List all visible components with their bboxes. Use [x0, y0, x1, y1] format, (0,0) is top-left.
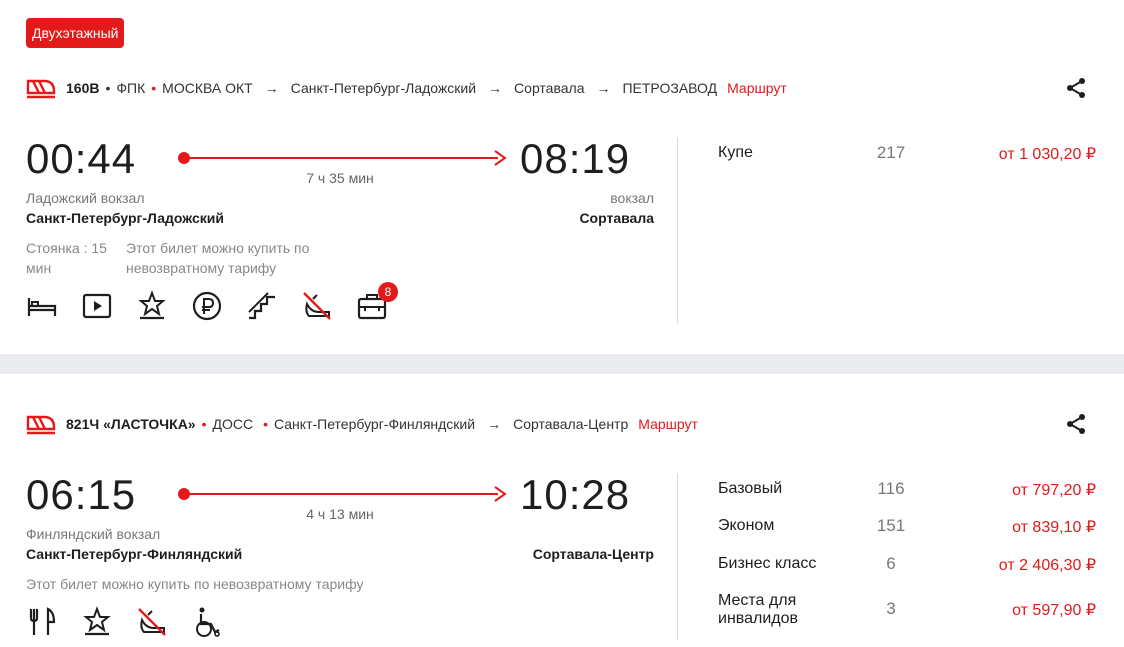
route-link[interactable]: Маршрут	[638, 416, 698, 432]
separator-dot: •	[201, 416, 207, 432]
class-name: Базовый	[718, 480, 783, 497]
departure-time: 06:15	[26, 471, 137, 518]
arrival-station: Сортавала-Центр	[532, 546, 654, 562]
arrival-time: 10:28	[520, 471, 631, 518]
duration: 7 ч 35 мин	[306, 170, 374, 186]
departure-station-label: Финляндский вокзал	[26, 526, 161, 542]
arrow-head-icon	[494, 486, 507, 502]
arrow-right-icon: →	[596, 80, 611, 96]
no-pets-icon[interactable]	[136, 606, 168, 638]
train-number: 821Ч «ЛАСТОЧКА»	[66, 416, 196, 432]
departure-time: 00:44	[26, 135, 137, 182]
route-stop: МОСКВА ОКТ	[162, 80, 253, 96]
departure-station-label: Ладожский вокзал	[26, 190, 145, 206]
class-name: Эконом	[718, 517, 775, 534]
separator-dot: •	[263, 416, 268, 432]
departure-station: Санкт-Петербург-Финляндский	[26, 546, 243, 562]
food-icon[interactable]	[26, 606, 58, 638]
departure-station: Санкт-Петербург-Ладожский	[26, 210, 224, 226]
price-link[interactable]: от 839,10 ₽	[1012, 517, 1096, 537]
separator-dot: •	[151, 80, 157, 96]
train-card-160v: Двухэтажный 160В • ФПК • МОСКВА ОКТ → Са…	[0, 0, 1124, 354]
arrow-right-icon: →	[264, 80, 279, 96]
train-icon	[26, 79, 56, 99]
wheelchair-icon[interactable]	[191, 606, 223, 638]
seats-count: 6	[886, 554, 896, 573]
journey-line	[186, 493, 498, 495]
luggage-count-badge: 8	[378, 282, 398, 302]
route-link[interactable]: Маршрут	[727, 80, 787, 96]
share-icon[interactable]	[1064, 76, 1088, 100]
route-stop: Санкт-Петербург-Ладожский	[290, 80, 477, 96]
arrival-time: 08:19	[520, 135, 631, 182]
class-name: Места для инвалидов	[718, 592, 798, 627]
tariff-note: Этот билет можно купить по невозвратному…	[26, 576, 364, 592]
price-link[interactable]: от 797,20 ₽	[1012, 480, 1096, 500]
column-divider	[677, 474, 678, 640]
route-line: 160В • ФПК • МОСКВА ОКТ → Санкт-Петербур…	[26, 76, 787, 100]
no-pets-icon[interactable]	[301, 290, 333, 322]
train-number: 160В	[66, 80, 100, 96]
star-podium-icon[interactable]	[136, 290, 168, 322]
class-name: Бизнес класс	[718, 555, 817, 572]
arrival-station: Сортавала	[579, 210, 654, 226]
bed-icon[interactable]	[26, 290, 58, 322]
amenities-list: 8	[26, 282, 411, 322]
video-icon[interactable]	[81, 290, 113, 322]
double-decker-badge: Двухэтажный	[26, 18, 125, 48]
card-separator	[0, 354, 1124, 374]
separator-dot: •	[105, 80, 111, 96]
seats-count: 116	[877, 479, 905, 498]
column-divider	[677, 138, 678, 324]
amenities-list	[26, 606, 246, 638]
seats-count: 151	[876, 516, 906, 535]
stairs-icon[interactable]	[246, 290, 278, 322]
arrow-right-icon: →	[488, 80, 503, 96]
arrival-station-label: вокзал	[610, 190, 654, 206]
price-link[interactable]: от 597,90 ₽	[1012, 600, 1096, 620]
route-stop: ПЕТРОЗАВОД	[622, 80, 718, 96]
arrow-right-icon: →	[487, 416, 502, 432]
price-link[interactable]: от 2 406,30 ₽	[999, 555, 1096, 575]
carrier: ФПК	[116, 80, 146, 96]
duration: 4 ч 13 мин	[306, 506, 374, 522]
class-name: Купе	[718, 144, 753, 161]
star-podium-icon[interactable]	[81, 606, 113, 638]
journey-line	[186, 157, 498, 159]
route-stop: Сортавала	[514, 80, 585, 96]
arrow-head-icon	[494, 150, 507, 166]
price-link[interactable]: от 1 030,20 ₽	[999, 144, 1096, 164]
seats-count: 3	[886, 599, 896, 618]
route-line: 821Ч «ЛАСТОЧКА» • ДОСС • Санкт-Петербург…	[26, 412, 698, 436]
carrier: ДОСС	[212, 416, 254, 432]
train-icon	[26, 415, 56, 435]
share-icon[interactable]	[1064, 412, 1088, 436]
route-stop: Санкт-Петербург-Финляндский	[274, 416, 476, 432]
luggage-icon[interactable]: 8	[356, 282, 398, 322]
ruble-icon[interactable]	[191, 290, 223, 322]
seats-count: 217	[876, 143, 906, 162]
tariff-note: Этот билет можно купить по невозвратному…	[126, 240, 310, 276]
route-stop: Сортавала-Центр	[513, 416, 629, 432]
stop-note: Стоянка : 15 мин	[26, 240, 107, 276]
train-card-821ch: 821Ч «ЛАСТОЧКА» • ДОСС • Санкт-Петербург…	[0, 374, 1124, 647]
